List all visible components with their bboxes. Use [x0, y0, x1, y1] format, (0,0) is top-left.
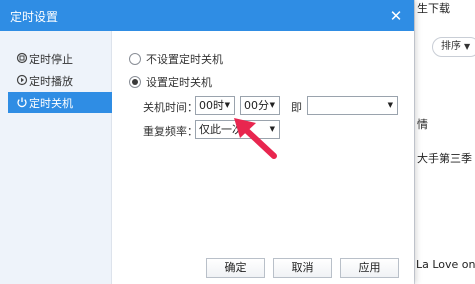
annotation-arrow-icon	[234, 118, 277, 159]
ok-label: 确定	[224, 261, 247, 274]
close-icon: ✕	[389, 7, 403, 25]
menu-item-timed-shutdown[interactable]: 定时关机	[8, 92, 112, 113]
sort-label: 排序	[441, 41, 461, 52]
play-clock-icon	[16, 74, 28, 86]
cancel-label: 取消	[291, 261, 314, 274]
chevron-down-icon: ▼	[464, 42, 471, 51]
dialog-titlebar[interactable]: 定时设置 ✕	[0, 0, 414, 31]
chevron-down-icon: ▼	[269, 101, 275, 109]
background-song-title[interactable]: 大手第三季 第	[417, 150, 475, 166]
menu-item-label: 定时播放	[29, 74, 73, 88]
repeat-label: 重复频率：	[143, 125, 198, 138]
apply-label: 应用	[358, 261, 381, 274]
no-shutdown-option[interactable]: 不设置定时关机	[129, 51, 223, 67]
menu-item-timed-play[interactable]: 定时播放	[8, 70, 112, 91]
stop-icon	[16, 52, 28, 64]
menu-item-timed-stop[interactable]: 定时停止	[8, 48, 112, 69]
background-detail-label: 情	[417, 118, 428, 131]
hour-value: 00时	[199, 99, 224, 112]
minute-select[interactable]: 00分 ▼	[240, 96, 280, 115]
no-shutdown-radio[interactable]	[129, 53, 141, 65]
background-song-title-bottom[interactable]: La Love on I	[416, 258, 475, 271]
minute-value: 00分	[244, 99, 269, 112]
timer-settings-dialog: 定时设置 ✕ 定时停止 定时播放 定时关机 不设置定时关机 设置定时关机 关机时…	[0, 0, 414, 284]
apply-button[interactable]: 应用	[340, 258, 399, 278]
menu-item-label: 定时关机	[29, 96, 73, 110]
set-shutdown-label: 设置定时关机	[146, 76, 212, 89]
chevron-down-icon: ▼	[387, 101, 393, 109]
set-shutdown-option[interactable]: 设置定时关机	[129, 74, 212, 90]
close-button[interactable]: ✕	[387, 7, 405, 25]
shutdown-time-label: 关机时间：	[143, 101, 198, 114]
dialog-title: 定时设置	[10, 10, 59, 24]
power-icon	[17, 97, 27, 108]
sort-button[interactable]: 排序 ▼	[432, 37, 475, 57]
menu-item-label: 定时停止	[29, 52, 73, 66]
chevron-down-icon: ▼	[224, 101, 230, 109]
set-shutdown-radio[interactable]	[129, 76, 141, 88]
no-shutdown-label: 不设置定时关机	[146, 53, 223, 66]
ok-button[interactable]: 确定	[206, 258, 265, 278]
cancel-button[interactable]: 取消	[273, 258, 332, 278]
settings-sidebar: 定时停止 定时播放 定时关机	[0, 31, 112, 284]
background-download-label: 生下载	[417, 2, 450, 15]
date-select[interactable]: ▼	[307, 96, 398, 115]
hour-select[interactable]: 00时 ▼	[195, 96, 235, 115]
on-label: 即	[291, 101, 302, 114]
